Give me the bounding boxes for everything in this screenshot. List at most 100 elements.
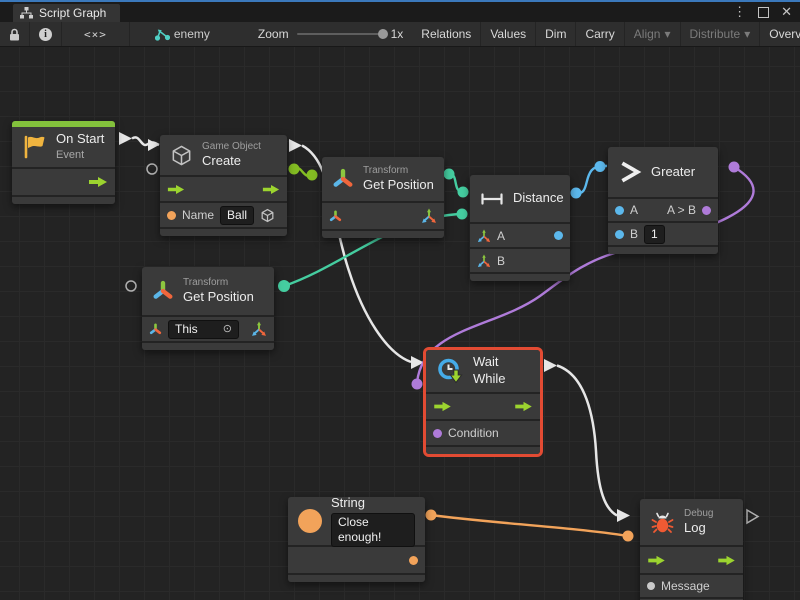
node-get-position-self[interactable]: Transform Get Position This ⊙ (142, 267, 274, 350)
tab-script-graph[interactable]: Script Graph (13, 4, 120, 22)
zoom-slider[interactable] (297, 33, 383, 35)
control-input-port[interactable] (167, 184, 185, 195)
chevron-down-icon: ▾ (744, 27, 750, 41)
wire-create-getposition[interactable] (289, 164, 318, 181)
script-graph-window: Script Graph ⋮ ✕ i <×> enemy Zo (0, 0, 800, 600)
bool-output-port[interactable] (702, 206, 711, 215)
port-label: A (630, 203, 638, 217)
port-label: Condition (448, 426, 499, 440)
port-label: B (630, 227, 638, 241)
node-title: Create (202, 153, 261, 170)
control-output-port[interactable] (88, 176, 108, 188)
vector3-output-port[interactable] (251, 321, 267, 337)
node-wait-while[interactable]: Wait While Condition (426, 350, 540, 454)
control-output-port[interactable] (262, 184, 280, 195)
wait-clock-icon (436, 357, 464, 385)
node-footer (426, 447, 540, 454)
maximize-icon[interactable] (758, 7, 769, 18)
node-title: String (331, 495, 415, 512)
greater-icon (618, 160, 642, 184)
node-title: Wait While (473, 354, 530, 388)
node-on-start[interactable]: On Start Event (12, 121, 115, 204)
code-preview-button[interactable]: <×> (62, 22, 130, 46)
node-title: Log (684, 520, 713, 537)
graph-name-label: enemy (174, 27, 210, 41)
string-input-port[interactable] (167, 211, 176, 220)
control-output-port[interactable] (717, 555, 736, 566)
node-distance[interactable]: Distance A B (470, 175, 570, 281)
node-get-position-top[interactable]: Transform Get Position (322, 157, 444, 238)
node-title: Get Position (183, 289, 254, 306)
node-title: Distance (513, 190, 564, 207)
flag-icon (22, 135, 47, 159)
values-button[interactable]: Values (481, 22, 536, 46)
node-footer (608, 247, 718, 254)
zoom-control: Zoom 1x (249, 22, 412, 46)
graph-tab-icon (20, 7, 33, 19)
lock-icon (9, 28, 20, 41)
node-create[interactable]: Game Object Create Name Ball (160, 135, 287, 236)
zoom-slider-handle[interactable] (378, 29, 388, 39)
wire-string-message[interactable] (426, 510, 634, 542)
cube-icon (170, 144, 193, 167)
b-value-field[interactable]: 1 (644, 225, 665, 244)
toolbar: i <×> enemy Zoom 1x Relations Values Dim… (0, 22, 800, 47)
bool-input-port[interactable] (433, 429, 442, 438)
object-picker-icon[interactable]: ⊙ (223, 322, 232, 337)
float-input-port-a[interactable] (615, 206, 624, 215)
node-category: Transform (183, 276, 254, 289)
title-bar: Script Graph ⋮ ✕ (0, 0, 800, 22)
float-input-port-b[interactable] (615, 230, 624, 239)
lock-button[interactable] (0, 22, 30, 46)
unconnected-port-circle[interactable] (126, 281, 136, 291)
control-input-port[interactable] (647, 555, 666, 566)
info-button[interactable]: i (30, 22, 62, 46)
control-output-port[interactable] (514, 401, 533, 412)
close-icon[interactable]: ✕ (781, 4, 792, 20)
bug-icon (650, 510, 675, 535)
object-input-port[interactable] (647, 582, 655, 590)
wire-distance-greater[interactable] (571, 161, 608, 199)
game-object-output-icon[interactable] (260, 208, 275, 223)
node-footer (142, 343, 274, 350)
target-value-field[interactable]: This ⊙ (168, 320, 239, 339)
node-footer (288, 575, 425, 582)
distance-icon (480, 193, 504, 205)
wire-onstart-create[interactable] (119, 132, 159, 151)
transform-input-port[interactable] (149, 323, 162, 336)
node-category: Debug (684, 507, 713, 520)
name-value-field[interactable]: Ball (220, 206, 254, 225)
tab-label: Script Graph (39, 6, 106, 20)
float-output-port[interactable] (554, 231, 563, 240)
node-category: Transform (363, 164, 434, 177)
wire-waitwhile-debuglog[interactable] (544, 359, 630, 522)
chevron-down-icon: ▾ (664, 27, 670, 41)
dim-button[interactable]: Dim (536, 22, 576, 46)
graph-name-group: enemy (146, 22, 219, 46)
carry-button[interactable]: Carry (576, 22, 624, 46)
node-debug-log[interactable]: Debug Log Message (640, 499, 743, 600)
node-greater[interactable]: Greater A A > B B 1 (608, 147, 718, 254)
node-title: On Start (56, 131, 104, 148)
string-value-field[interactable]: Close enough! (331, 513, 415, 547)
transform-input-port[interactable] (329, 210, 342, 223)
relations-button[interactable]: Relations (412, 22, 481, 46)
node-footer (322, 231, 444, 238)
graph-canvas[interactable]: On Start Event Game Object Create (0, 47, 800, 600)
align-dropdown[interactable]: Align▾ (625, 22, 681, 46)
vector3-input-port-a[interactable] (477, 229, 491, 243)
transform-icon (152, 280, 174, 302)
node-string[interactable]: String Close enough! (288, 497, 425, 582)
zoom-value: 1x (391, 27, 404, 41)
unconnected-port-circle[interactable] (147, 164, 157, 174)
window-menu-icon[interactable]: ⋮ (733, 4, 746, 20)
vector3-input-port-b[interactable] (477, 254, 491, 268)
overview-button[interactable]: Overview (760, 22, 800, 46)
wire-getposition-distance-a[interactable] (444, 169, 469, 198)
vector3-output-port[interactable] (421, 208, 437, 224)
control-input-port[interactable] (433, 401, 452, 412)
distribute-dropdown[interactable]: Distribute▾ (681, 22, 761, 46)
unconnected-port-triangle[interactable] (747, 510, 758, 523)
zoom-label: Zoom (258, 27, 289, 41)
string-output-port[interactable] (409, 556, 418, 565)
